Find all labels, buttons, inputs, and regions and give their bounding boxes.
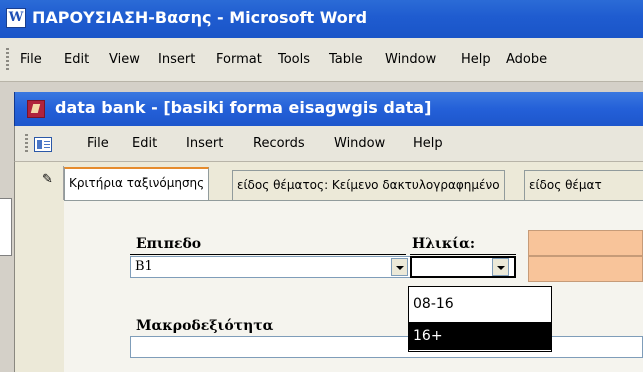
word-menu-table[interactable]: Table: [329, 52, 363, 67]
age-dropdown-list: 08-16 16+: [408, 286, 552, 352]
menu-grip-handle[interactable]: [6, 48, 9, 70]
access-window-title: data bank - [basiki forma eisagwgis data…: [55, 98, 432, 117]
form-view-icon[interactable]: [34, 137, 52, 152]
word-menu-window[interactable]: Window: [385, 52, 436, 67]
macro-skill-label: Μακροδεξιότητα: [136, 318, 274, 334]
pencil-icon: ✎: [42, 172, 53, 187]
access-menu-insert[interactable]: Insert: [186, 136, 223, 151]
word-menu-bar: File Edit View Insert Format Tools Table…: [0, 38, 643, 82]
word-app-icon[interactable]: W: [6, 8, 26, 28]
access-menu-grip-handle[interactable]: [25, 134, 28, 154]
access-menu-edit[interactable]: Edit: [132, 136, 157, 151]
access-menu-file[interactable]: File: [87, 136, 109, 151]
age-option-08-16[interactable]: 08-16: [409, 290, 551, 318]
tab-subject-typed-text[interactable]: είδος θέματος: Κείμενο δακτυλογραφημένο: [232, 170, 505, 201]
age-dropdown-button[interactable]: [492, 258, 509, 276]
age-label: Ηλικία:: [412, 236, 476, 252]
word-menu-edit[interactable]: Edit: [64, 52, 89, 67]
tab-sort-criteria[interactable]: Κριτήρια ταξινόμησης: [64, 167, 210, 202]
access-menu-records[interactable]: Records: [253, 136, 305, 151]
access-menu-help[interactable]: Help: [413, 136, 443, 151]
word-toolbar-gap: [0, 82, 643, 92]
word-menu-insert[interactable]: Insert: [158, 52, 195, 67]
tab-subject-type-2[interactable]: είδος θέματ: [524, 170, 643, 201]
access-form-icon[interactable]: [27, 100, 45, 118]
word-menu-view[interactable]: View: [109, 52, 140, 67]
access-menu-bar: File Edit Insert Records Window Help: [14, 126, 643, 162]
age-label-underline: [410, 254, 516, 255]
form-left-edge: [36, 200, 64, 372]
word-menu-format[interactable]: Format: [216, 52, 262, 67]
word-menu-help[interactable]: Help: [461, 52, 491, 67]
level-combobox[interactable]: B1: [130, 256, 413, 278]
access-title-bar: data bank - [basiki forma eisagwgis data…: [14, 92, 643, 126]
level-value: B1: [135, 259, 153, 274]
level-label-underline: [130, 254, 406, 255]
word-title-bar: W ΠΑΡΟΥΣΙΑΣΗ-Βασης - Microsoft Word: [0, 0, 643, 38]
access-menu-window[interactable]: Window: [334, 136, 385, 151]
word-ruler-box: [0, 198, 12, 256]
level-label: Επιπεδο: [136, 236, 202, 252]
word-menu-file[interactable]: File: [20, 52, 42, 67]
peach-field-lower[interactable]: [528, 256, 643, 282]
age-option-16-plus[interactable]: 16+: [409, 322, 551, 350]
level-dropdown-button[interactable]: [391, 258, 408, 276]
record-selector[interactable]: ✎: [36, 166, 64, 200]
peach-field-upper[interactable]: [528, 230, 643, 256]
word-window-title: ΠΑΡΟΥΣΙΑΣΗ-Βασης - Microsoft Word: [32, 8, 368, 27]
word-menu-tools[interactable]: Tools: [278, 52, 310, 67]
macro-skill-field[interactable]: [130, 336, 643, 358]
word-menu-adobe[interactable]: Adobe: [506, 52, 547, 67]
